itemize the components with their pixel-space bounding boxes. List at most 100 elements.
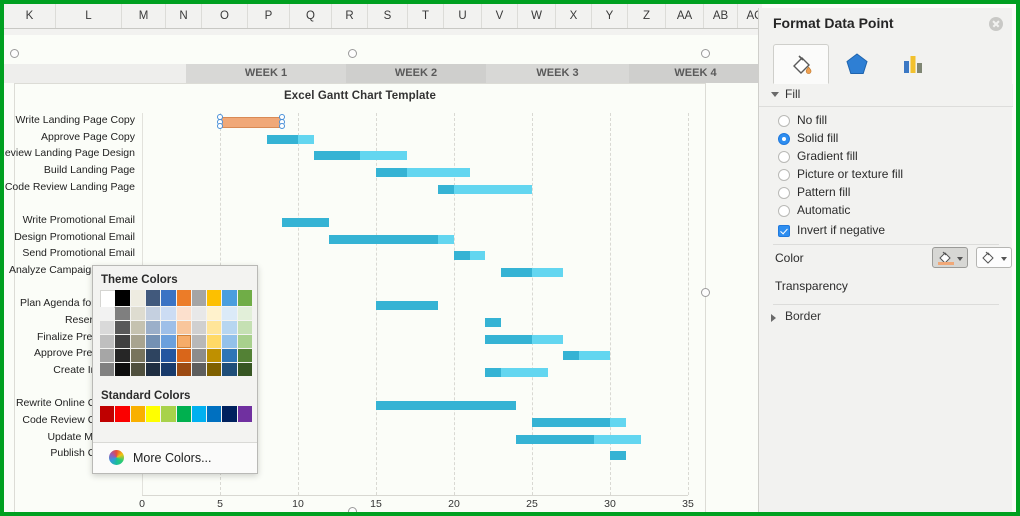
theme-color-swatch[interactable]: [222, 349, 237, 362]
column-header-v[interactable]: V: [482, 4, 518, 28]
column-header-y[interactable]: Y: [592, 4, 628, 28]
gantt-bar[interactable]: [500, 268, 564, 278]
tab-series-options[interactable]: [885, 44, 941, 84]
column-header-z[interactable]: Z: [628, 4, 666, 28]
theme-color-swatch[interactable]: [176, 321, 191, 334]
chart-handle-bottom-center[interactable]: [348, 507, 357, 512]
theme-color-swatch[interactable]: [100, 290, 117, 308]
theme-color-swatch[interactable]: [222, 321, 237, 334]
gantt-bar[interactable]: [329, 234, 454, 244]
column-header-ab[interactable]: AB: [704, 4, 738, 28]
standard-color-swatch[interactable]: [207, 406, 222, 422]
theme-color-swatch[interactable]: [130, 349, 145, 362]
theme-color-swatch[interactable]: [237, 349, 252, 362]
chart-handle-middle-right[interactable]: [701, 288, 710, 297]
theme-color-swatch[interactable]: [115, 321, 130, 334]
radio-button[interactable]: [778, 169, 790, 181]
theme-color-swatch[interactable]: [191, 349, 207, 362]
close-icon[interactable]: [989, 17, 1003, 31]
standard-color-swatch[interactable]: [145, 406, 161, 422]
theme-color-swatch[interactable]: [176, 363, 191, 376]
standard-color-swatch[interactable]: [115, 406, 130, 422]
gantt-bar[interactable]: [516, 434, 642, 444]
theme-color-swatch[interactable]: [100, 321, 115, 334]
standard-color-swatch[interactable]: [130, 406, 145, 422]
column-header-row[interactable]: KLMNOPQRSTUVWXYZAAABACADAEAFAGAHAI: [4, 4, 762, 29]
standard-color-swatch[interactable]: [222, 406, 237, 422]
column-header-u[interactable]: U: [444, 4, 482, 28]
theme-color-swatch[interactable]: [145, 307, 161, 320]
bar-selection-handle[interactable]: [217, 123, 223, 129]
theme-color-swatch[interactable]: [191, 363, 207, 376]
radio-button[interactable]: [778, 115, 790, 127]
invert-if-negative-row[interactable]: Invert if negative: [759, 223, 1013, 241]
standard-color-swatch[interactable]: [161, 406, 176, 422]
column-header-r[interactable]: R: [332, 4, 368, 28]
fill-option-gradient-fill[interactable]: Gradient fill: [759, 149, 1013, 167]
theme-color-swatch[interactable]: [222, 335, 237, 348]
theme-color-swatch[interactable]: [130, 290, 145, 306]
fill-option-pattern-fill[interactable]: Pattern fill: [759, 185, 1013, 203]
theme-color-swatch[interactable]: [191, 321, 207, 334]
gantt-bar[interactable]: [376, 168, 470, 178]
standard-color-swatch[interactable]: [100, 406, 115, 422]
theme-colors-grid[interactable]: [100, 290, 252, 380]
line-color-button[interactable]: [976, 247, 1012, 268]
theme-color-swatch[interactable]: [237, 290, 252, 306]
theme-color-swatch[interactable]: [222, 290, 237, 306]
theme-color-swatch[interactable]: [161, 349, 176, 362]
gantt-bar[interactable]: [485, 318, 501, 327]
theme-color-swatch[interactable]: [145, 363, 161, 376]
theme-color-swatch[interactable]: [207, 290, 222, 306]
radio-button[interactable]: [778, 133, 790, 145]
fill-section-header[interactable]: Fill: [759, 84, 1013, 107]
theme-color-swatch[interactable]: [100, 349, 115, 362]
gantt-bar[interactable]: [532, 418, 626, 427]
column-header-s[interactable]: S: [368, 4, 408, 28]
gantt-bar[interactable]: [610, 451, 626, 461]
theme-color-swatch[interactable]: [130, 363, 145, 376]
theme-color-swatch[interactable]: [161, 290, 176, 306]
theme-color-swatch[interactable]: [207, 335, 222, 348]
theme-color-swatch[interactable]: [145, 321, 161, 334]
bar-selection-handle[interactable]: [279, 123, 286, 129]
border-section-header[interactable]: Border: [759, 306, 1013, 328]
standard-color-swatch[interactable]: [191, 406, 207, 422]
column-header-k[interactable]: K: [4, 4, 56, 28]
fill-option-no-fill[interactable]: No fill: [759, 113, 1013, 131]
column-header-t[interactable]: T: [408, 4, 444, 28]
column-header-w[interactable]: W: [518, 4, 556, 28]
fill-color-button[interactable]: [932, 247, 968, 268]
theme-color-swatch[interactable]: [161, 363, 176, 376]
theme-color-swatch[interactable]: [176, 349, 191, 362]
tab-fill-and-line[interactable]: [773, 44, 829, 84]
theme-color-swatch[interactable]: [161, 307, 176, 320]
theme-color-swatch[interactable]: [130, 321, 145, 334]
chart-handle-top-right[interactable]: [701, 49, 710, 58]
theme-color-swatch[interactable]: [115, 290, 130, 306]
theme-color-swatch[interactable]: [115, 349, 130, 362]
column-header-l[interactable]: L: [56, 4, 122, 28]
theme-color-swatch[interactable]: [115, 335, 130, 348]
theme-color-swatch[interactable]: [191, 335, 207, 348]
column-header-x[interactable]: X: [556, 4, 592, 28]
theme-color-swatch[interactable]: [191, 290, 207, 306]
theme-color-swatch[interactable]: [145, 290, 161, 306]
theme-color-swatch[interactable]: [115, 307, 130, 320]
theme-color-swatch[interactable]: [237, 335, 252, 348]
gantt-bar[interactable]: [376, 401, 517, 411]
standard-color-swatch[interactable]: [176, 406, 191, 422]
column-header-q[interactable]: Q: [290, 4, 332, 28]
radio-button[interactable]: [778, 151, 790, 163]
theme-color-swatch[interactable]: [207, 321, 222, 334]
theme-color-swatch[interactable]: [161, 335, 176, 348]
fill-option-automatic[interactable]: Automatic: [759, 203, 1013, 221]
tab-effects[interactable]: [829, 44, 885, 84]
theme-color-swatch[interactable]: [130, 335, 145, 348]
theme-color-swatch[interactable]: [176, 290, 191, 306]
gantt-bar[interactable]: [485, 368, 548, 378]
theme-color-swatch[interactable]: [222, 363, 237, 376]
chart-handle-top-left[interactable]: [9, 49, 19, 58]
theme-color-swatch[interactable]: [207, 349, 222, 362]
column-header-o[interactable]: O: [202, 4, 248, 28]
